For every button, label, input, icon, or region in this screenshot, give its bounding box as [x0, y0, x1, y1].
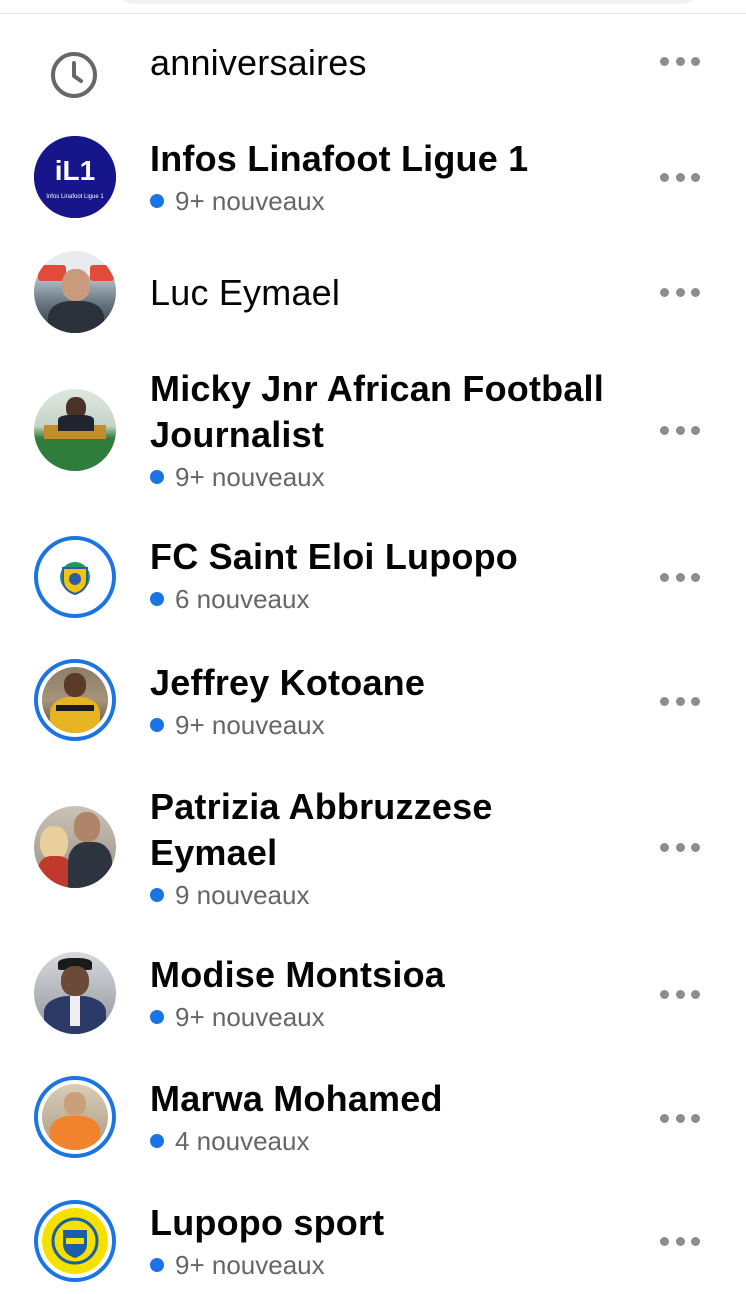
avatar — [34, 1076, 116, 1158]
item-title: anniversaires — [150, 42, 367, 83]
list-item-lupopo-sport[interactable]: Lupopo sport 9+ nouveaux — [0, 1196, 746, 1294]
list-item-luc-eymael[interactable]: Luc Eymael — [0, 240, 746, 345]
item-title-line2: Eymael — [150, 832, 278, 873]
unread-dot-icon — [150, 592, 164, 606]
avatar: iL1 Infos Linafoot Ligue 1 — [34, 136, 116, 218]
more-options-icon[interactable] — [660, 55, 700, 67]
item-title: Marwa Mohamed — [150, 1078, 443, 1119]
item-title-line1: Micky Jnr African Football — [150, 368, 604, 409]
avatar — [34, 806, 116, 888]
more-options-icon[interactable] — [660, 171, 700, 183]
avatar — [34, 251, 116, 333]
list-item-micky-jnr[interactable]: Micky Jnr African Football Journalist 9+… — [0, 360, 746, 500]
list-item-jeffrey-kotoane[interactable]: Jeffrey Kotoane 9+ nouveaux — [0, 652, 746, 767]
unread-dot-icon — [150, 1258, 164, 1272]
unread-status: 9 nouveaux — [150, 878, 630, 912]
item-title: Jeffrey Kotoane — [150, 662, 426, 703]
item-title: FC Saint Eloi Lupopo — [150, 536, 518, 577]
unread-status: 9+ nouveaux — [150, 460, 630, 494]
item-title: Infos Linafoot Ligue 1 — [150, 138, 529, 179]
unread-dot-icon — [150, 1134, 164, 1148]
item-title-line1: Patrizia Abbruzzese — [150, 786, 493, 827]
unread-status: 4 nouveaux — [150, 1124, 630, 1158]
avatar — [34, 389, 116, 471]
unread-dot-icon — [150, 888, 164, 902]
more-options-icon[interactable] — [660, 1235, 700, 1247]
unread-status: 9+ nouveaux — [150, 708, 630, 742]
item-title: Lupopo sport — [150, 1202, 385, 1243]
list-item-infos-linafoot[interactable]: iL1 Infos Linafoot Ligue 1 Infos Linafoo… — [0, 120, 746, 235]
svg-text:Infos Linafoot Ligue 1: Infos Linafoot Ligue 1 — [46, 194, 104, 200]
avatar — [34, 659, 116, 741]
unread-dot-icon — [150, 1010, 164, 1024]
unread-status: 9+ nouveaux — [150, 1248, 630, 1282]
item-title: Modise Montsioa — [150, 954, 446, 995]
more-options-icon[interactable] — [660, 286, 700, 298]
unread-dot-icon — [150, 718, 164, 732]
unread-dot-icon — [150, 194, 164, 208]
avatar — [34, 1200, 116, 1282]
list-item-marwa-mohamed[interactable]: Marwa Mohamed 4 nouveaux — [0, 1072, 746, 1187]
unread-status: 6 nouveaux — [150, 582, 630, 616]
more-options-icon[interactable] — [660, 571, 700, 583]
more-options-icon[interactable] — [660, 841, 700, 853]
item-title-line2: Journalist — [150, 414, 325, 455]
list-item-patrizia-abbruzzese-eymael[interactable]: Patrizia Abbruzzese Eymael 9 nouveaux — [0, 780, 746, 920]
item-title: Luc Eymael — [150, 272, 341, 313]
unread-status: 9+ nouveaux — [150, 184, 630, 218]
more-options-icon[interactable] — [660, 1112, 700, 1124]
list-item-modise-montsioa[interactable]: Modise Montsioa 9+ nouveaux — [0, 948, 746, 1063]
avatar — [34, 952, 116, 1034]
more-options-icon[interactable] — [660, 424, 700, 436]
more-options-icon[interactable] — [660, 988, 700, 1000]
top-bar — [0, 0, 746, 14]
clock-icon — [51, 52, 97, 98]
unread-status: 9+ nouveaux — [150, 1000, 630, 1034]
avatar — [34, 536, 116, 618]
svg-text:iL1: iL1 — [55, 155, 95, 186]
list-item-fc-saint-eloi-lupopo[interactable]: FC Saint Eloi Lupopo 6 nouveaux — [0, 528, 746, 643]
more-options-icon[interactable] — [660, 695, 700, 707]
unread-dot-icon — [150, 470, 164, 484]
search-bar-edge[interactable] — [115, 0, 701, 4]
list-item-anniversaires[interactable]: anniversaires — [0, 14, 746, 114]
